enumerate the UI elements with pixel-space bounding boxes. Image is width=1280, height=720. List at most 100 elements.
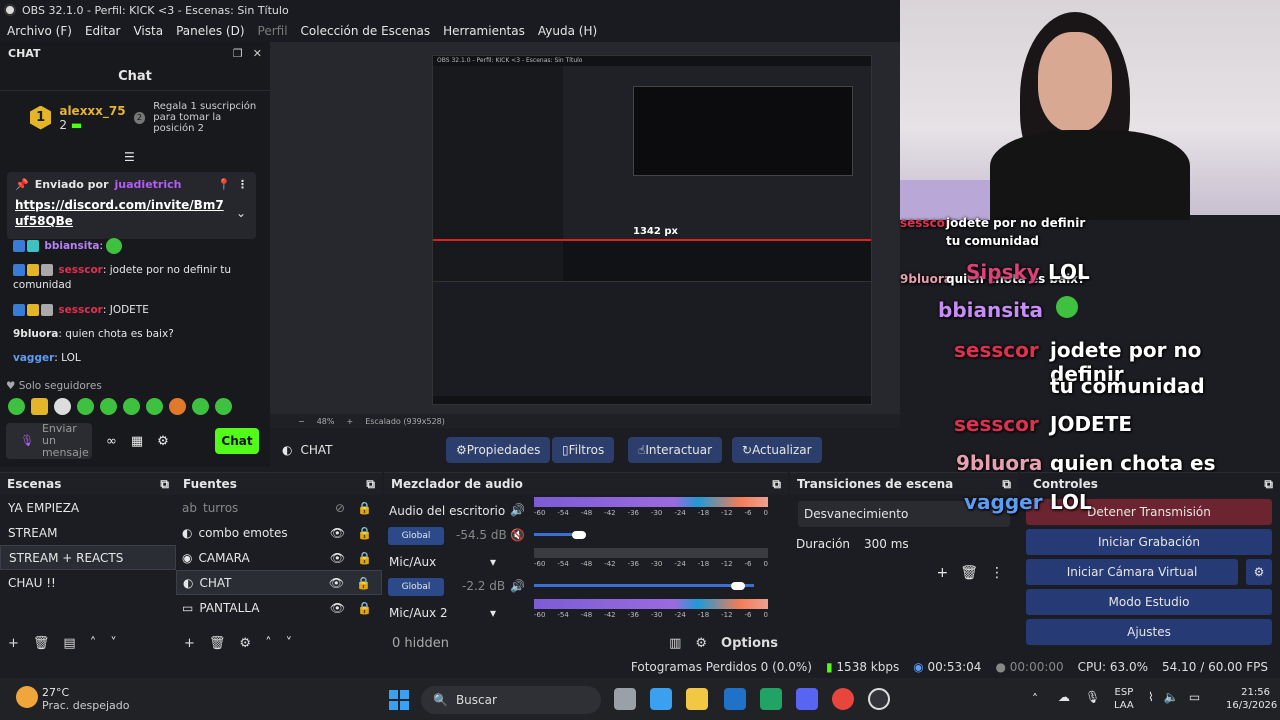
scene-item[interactable]: CHAU !! xyxy=(0,570,176,595)
advanced-audio-icon[interactable]: ⚙ xyxy=(695,636,707,651)
task-view-icon[interactable] xyxy=(614,688,636,710)
eye-icon[interactable]: 👁 xyxy=(330,601,345,615)
weather-icon[interactable] xyxy=(16,686,38,708)
emote-icon[interactable] xyxy=(54,398,71,415)
source-item[interactable]: ab turros ⊘ 🔒 xyxy=(176,495,382,520)
message-user[interactable]: sesscor xyxy=(58,264,103,276)
duration-input[interactable]: 300 ms xyxy=(864,537,909,551)
speaker-icon[interactable]: 🔊 xyxy=(510,579,525,593)
mic-icon[interactable]: 🎙 xyxy=(20,435,34,447)
weather-widget[interactable]: 27°C Prac. despejado xyxy=(42,686,129,712)
eye-hidden-icon[interactable]: ⊘ xyxy=(335,501,345,515)
scene-item-selected[interactable]: STREAM + REACTS xyxy=(0,545,176,570)
scene-item[interactable]: YA EMPIEZA xyxy=(0,495,176,520)
taskbar-search[interactable]: 🔍 Buscar xyxy=(421,686,601,714)
source-item[interactable]: ◐ combo emotes 👁 🔒 xyxy=(176,520,382,545)
emote-picker-icon[interactable]: ∞ xyxy=(106,434,117,449)
menu-paneles[interactable]: Paneles (D) xyxy=(176,24,244,38)
down-icon[interactable]: ˅ xyxy=(286,636,293,651)
filter-icon[interactable]: ▤ xyxy=(63,636,75,651)
message-user[interactable]: sesscor xyxy=(58,304,103,316)
mic-icon[interactable]: 🎙 xyxy=(1085,690,1100,704)
properties-button[interactable]: ⚙ Propiedades xyxy=(446,437,551,463)
emote-icon[interactable] xyxy=(31,398,48,415)
message-user[interactable]: vagger xyxy=(13,352,54,364)
store-icon[interactable]: ▦ xyxy=(131,434,143,449)
float-icon[interactable]: ⧉ xyxy=(366,477,375,492)
file-explorer-icon[interactable] xyxy=(686,688,708,710)
cloud-icon[interactable]: ☁ xyxy=(1058,690,1070,704)
message-user[interactable]: 9bluora xyxy=(13,328,58,340)
emote-icon[interactable] xyxy=(123,398,140,415)
lock-icon[interactable]: 🔒 xyxy=(357,526,372,540)
volume-icon[interactable]: 🔈 xyxy=(1164,690,1179,704)
battery-icon[interactable]: ▭ xyxy=(1189,690,1200,704)
float-icon[interactable]: ⧉ xyxy=(772,477,781,492)
add-icon[interactable]: + xyxy=(936,565,948,581)
obs-icon[interactable] xyxy=(868,688,890,710)
menu-perfil[interactable]: Perfil xyxy=(258,24,288,38)
settings-button[interactable]: Ajustes xyxy=(1026,619,1272,645)
pinned-link[interactable]: https://discord.com/invite/Bm7uf58QBe xyxy=(15,197,225,229)
lock-icon[interactable]: 🔒 xyxy=(357,601,372,615)
source-item-selected[interactable]: ◐ CHAT 👁 🔒 xyxy=(176,570,382,595)
global-button[interactable]: Global xyxy=(388,527,444,545)
lock-icon[interactable]: 🔒 xyxy=(357,501,372,515)
menu-coleccion[interactable]: Colección de Escenas xyxy=(301,24,431,38)
lock-icon[interactable]: 🔒 xyxy=(357,551,372,565)
emote-icon[interactable] xyxy=(8,398,25,415)
more-icon[interactable]: ⋮ xyxy=(237,178,248,191)
options-button[interactable]: Options xyxy=(721,636,778,651)
up-icon[interactable]: ˄ xyxy=(90,636,97,651)
emote-icon[interactable] xyxy=(169,398,186,415)
menu-ayuda[interactable]: Ayuda (H) xyxy=(538,24,597,38)
float-icon[interactable]: ⧉ xyxy=(160,477,169,492)
copilot-icon[interactable] xyxy=(650,688,672,710)
gear-icon[interactable]: ⚙ xyxy=(239,636,251,651)
word-icon[interactable] xyxy=(724,688,746,710)
menu-herramientas[interactable]: Herramientas xyxy=(443,24,525,38)
source-item[interactable]: ◉ CAMARA 👁 🔒 xyxy=(176,545,382,570)
add-icon[interactable]: + xyxy=(8,636,19,651)
chat-input[interactable]: 🎙 Enviar un mensaje xyxy=(6,423,92,459)
muted-icon[interactable]: 🔇 xyxy=(510,528,525,542)
float-icon[interactable]: ⧉ xyxy=(1264,477,1273,492)
gift-username[interactable]: alexxx_75 xyxy=(59,104,125,118)
filters-button[interactable]: ▯ Filtros xyxy=(552,437,615,463)
windows-start-icon[interactable] xyxy=(389,690,409,710)
discord-icon[interactable] xyxy=(796,688,818,710)
emote-icon[interactable] xyxy=(100,398,117,415)
eye-icon[interactable]: 👁 xyxy=(330,551,345,565)
add-icon[interactable]: + xyxy=(184,636,195,651)
volume-slider[interactable] xyxy=(534,533,574,536)
unmute-icon[interactable]: 🔊 xyxy=(510,503,525,517)
float-icon[interactable]: ❐ xyxy=(233,47,243,60)
start-recording-button[interactable]: Iniciar Grabación xyxy=(1026,529,1272,555)
zoom-plus[interactable]: + xyxy=(346,417,353,426)
lock-icon[interactable]: 🔒 xyxy=(356,576,371,590)
up-icon[interactable]: ˄ xyxy=(265,636,272,651)
close-icon[interactable]: ✕ xyxy=(253,47,262,60)
eye-icon[interactable]: 👁 xyxy=(329,576,344,590)
trash-icon[interactable]: 🗑 xyxy=(33,636,50,651)
layout-icon[interactable]: ▥ xyxy=(669,636,681,651)
gear-icon[interactable]: ⚙ xyxy=(1246,559,1272,585)
volume-knob[interactable] xyxy=(731,582,745,590)
studio-mode-button[interactable]: Modo Estudio xyxy=(1026,589,1272,615)
expand-icon[interactable]: ⌄ xyxy=(236,206,246,220)
message-user[interactable]: bbiansita xyxy=(44,240,99,252)
global-button[interactable]: Global xyxy=(388,578,444,596)
eye-icon[interactable]: 👁 xyxy=(330,526,345,540)
wifi-icon[interactable]: ⌇ xyxy=(1148,690,1154,704)
gear-icon[interactable]: ⚙ xyxy=(157,434,169,449)
menu-editar[interactable]: Editar xyxy=(85,24,121,38)
trash-icon[interactable]: 🗑 xyxy=(960,565,978,581)
unpin-icon[interactable]: 📍 xyxy=(217,178,231,191)
collapse-icon[interactable]: ☰ xyxy=(124,150,135,164)
emote-icon[interactable] xyxy=(215,398,232,415)
emote-icon[interactable] xyxy=(77,398,94,415)
chrome-icon[interactable] xyxy=(832,688,854,710)
trash-icon[interactable]: 🗑 xyxy=(209,636,226,651)
volume-knob[interactable] xyxy=(572,531,586,539)
zoom-minus[interactable]: − xyxy=(298,417,305,426)
